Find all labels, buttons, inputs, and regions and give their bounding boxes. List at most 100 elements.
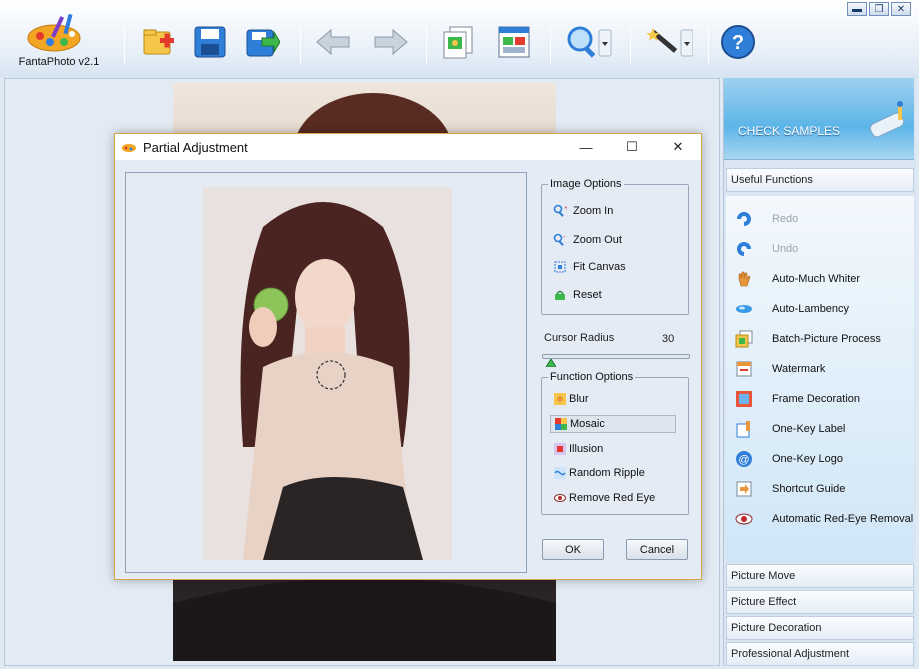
app-logo: FantaPhoto v2.1	[14, 12, 104, 72]
func-label: Frame Decoration	[772, 393, 861, 405]
lambency-icon	[734, 299, 754, 319]
function-random-ripple[interactable]: Random Ripple	[550, 464, 676, 482]
section-picture-move[interactable]: Picture Move	[726, 564, 914, 588]
redo-button[interactable]	[370, 22, 410, 62]
watermark-icon	[734, 359, 754, 379]
fit-canvas-label: Fit Canvas	[573, 261, 626, 273]
check-samples-banner[interactable]: CHECK SAMPLES	[724, 78, 914, 160]
help-icon: ?	[721, 25, 755, 59]
right-panel: CHECK SAMPLES Useful Functions Redo Undo…	[723, 78, 916, 666]
magic-wand-dropdown[interactable]	[644, 22, 694, 62]
func-label: Automatic Red-Eye Removal	[772, 513, 914, 525]
check-samples-label: CHECK SAMPLES	[738, 124, 841, 138]
save-button[interactable]	[190, 22, 230, 62]
func-auto-lambency[interactable]: Auto-Lambency	[734, 298, 849, 320]
magic-wand-icon	[646, 28, 693, 57]
window-controls: ▬ ❐ ✕	[847, 2, 911, 16]
logo-icon: @	[734, 449, 754, 469]
func-label: Auto-Lambency	[772, 303, 850, 315]
svg-text:+: +	[564, 205, 567, 212]
slider-thumb[interactable]	[546, 359, 556, 367]
edit-canvas[interactable]	[125, 172, 527, 573]
close-button[interactable]: ✕	[891, 2, 911, 16]
func-red-eye-removal[interactable]: Automatic Red-Eye Removal	[734, 508, 913, 530]
cursor-radius-slider[interactable]	[542, 354, 690, 359]
func-label: One-Key Logo	[772, 453, 843, 465]
cancel-button[interactable]: Cancel	[626, 539, 688, 560]
redo-icon	[734, 209, 754, 229]
zoom-in-button[interactable]: + Zoom In	[552, 201, 613, 221]
zoom-out-button[interactable]: - Zoom Out	[552, 230, 622, 250]
dialog-close-button[interactable]: ✕	[655, 134, 701, 160]
image-options-label: Image Options	[548, 178, 624, 190]
export-button[interactable]	[242, 22, 282, 62]
help-button[interactable]: ?	[718, 22, 758, 62]
reset-button[interactable]: Reset	[552, 285, 602, 305]
blur-label: Blur	[569, 393, 589, 405]
dialog-maximize-button[interactable]: ☐	[609, 134, 655, 160]
dialog-minimize-button[interactable]: —	[563, 134, 609, 160]
section-picture-decoration[interactable]: Picture Decoration	[726, 616, 914, 640]
cursor-radius-label: Cursor Radius	[544, 332, 615, 344]
shortcut-icon	[734, 479, 754, 499]
view-button[interactable]	[494, 22, 534, 62]
frame-icon	[734, 389, 754, 409]
app-name: FantaPhoto v2.1	[18, 56, 100, 68]
batch-button[interactable]	[438, 22, 478, 62]
palette-icon	[27, 14, 81, 52]
zoom-in-icon: +	[552, 204, 568, 218]
func-label: One-Key Label	[772, 423, 846, 435]
section-professional-adjustment[interactable]: Professional Adjustment	[726, 642, 914, 666]
open-button[interactable]	[138, 22, 178, 62]
func-batch-picture-process[interactable]: Batch-Picture Process	[734, 328, 881, 350]
func-label: Shortcut Guide	[772, 483, 846, 495]
red-eye-icon	[554, 494, 566, 502]
illusion-icon	[554, 443, 566, 455]
func-one-key-logo[interactable]: @ One-Key Logo	[734, 448, 843, 470]
zoom-dropdown[interactable]	[564, 22, 614, 62]
svg-text:-: -	[563, 234, 566, 241]
function-mosaic[interactable]: Mosaic	[550, 415, 676, 433]
func-watermark[interactable]: Watermark	[734, 358, 825, 380]
view-icon	[498, 26, 530, 58]
blur-icon	[554, 393, 566, 405]
undo-icon	[734, 239, 754, 259]
remove-red-eye-label: Remove Red Eye	[569, 492, 656, 504]
dialog-body: Image Options + Zoom In - Zoom Out Fit C…	[115, 160, 701, 579]
reset-label: Reset	[573, 289, 602, 301]
fit-canvas-button[interactable]: Fit Canvas	[552, 257, 626, 277]
illusion-label: Illusion	[569, 443, 604, 455]
edit-photo[interactable]	[203, 187, 452, 560]
function-blur[interactable]: Blur	[550, 390, 676, 408]
ok-button[interactable]: OK	[542, 539, 604, 560]
restore-button[interactable]: ❐	[869, 2, 889, 16]
func-auto-much-whiter[interactable]: Auto-Much Whiter	[734, 268, 860, 290]
func-undo[interactable]: Undo	[734, 238, 798, 260]
dialog-titlebar[interactable]: Partial Adjustment — ☐ ✕	[115, 134, 701, 160]
undo-button[interactable]	[314, 22, 354, 62]
random-ripple-label: Random Ripple	[569, 467, 645, 479]
undo-arrow-icon	[316, 28, 350, 56]
toolbar-separator	[550, 26, 551, 64]
func-shortcut-guide[interactable]: Shortcut Guide	[734, 478, 845, 500]
useful-functions-header[interactable]: Useful Functions	[726, 168, 914, 192]
func-one-key-label[interactable]: One-Key Label	[734, 418, 845, 440]
eye-icon	[734, 509, 754, 529]
telescope-icon	[869, 101, 905, 138]
function-remove-red-eye[interactable]: Remove Red Eye	[550, 489, 676, 507]
func-redo[interactable]: Redo	[734, 208, 798, 230]
batch-icon	[443, 26, 473, 59]
minimize-button[interactable]: ▬	[847, 2, 867, 16]
partial-adjustment-dialog: Partial Adjustment — ☐ ✕ Image Options +…	[114, 133, 702, 580]
svg-text:@: @	[738, 454, 749, 466]
zoom-icon	[567, 26, 612, 58]
label-icon	[734, 419, 754, 439]
useful-functions-list: Redo Undo Auto-Much Whiter Auto-Lambency…	[726, 196, 914, 562]
section-picture-effect[interactable]: Picture Effect	[726, 590, 914, 614]
export-icon	[246, 29, 280, 57]
dialog-title: Partial Adjustment	[143, 139, 248, 155]
func-frame-decoration[interactable]: Frame Decoration	[734, 388, 860, 410]
redo-arrow-icon	[374, 28, 408, 56]
function-illusion[interactable]: Illusion	[550, 440, 676, 458]
func-label: Batch-Picture Process	[772, 333, 881, 345]
